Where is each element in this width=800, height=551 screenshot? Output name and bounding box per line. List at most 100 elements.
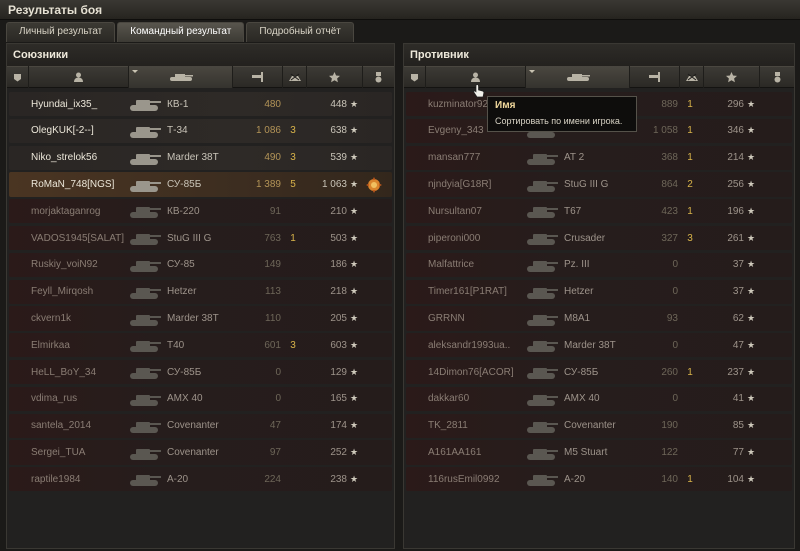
player-row[interactable]: OlegKUK[-2--] Т-34 1 086 3 638 ★ bbox=[9, 118, 392, 144]
kills-value: 3 bbox=[290, 125, 296, 137]
player-row[interactable]: Niko_strelok56 Marder 38T 490 3 539 ★ bbox=[9, 145, 392, 170]
damage-value: 864 bbox=[661, 179, 678, 191]
player-name: HeLL_BoY_34 bbox=[31, 366, 97, 378]
damage-value: 0 bbox=[275, 393, 281, 405]
tank-silhouette-icon bbox=[527, 341, 558, 353]
player-row[interactable]: santela_2014 Covenanter 47 174 ★ bbox=[9, 413, 392, 438]
damage-column-header[interactable] bbox=[630, 66, 680, 88]
player-row[interactable]: A161AA161 M5 Stuart 122 77 ★ bbox=[406, 440, 792, 465]
tank-name: СУ-85Б bbox=[564, 366, 599, 378]
player-row[interactable]: raptile1984 А-20 224 238 ★ bbox=[9, 467, 392, 492]
tank-name: Covenanter bbox=[167, 420, 219, 432]
enemies-header-row bbox=[404, 66, 794, 88]
experience-value: 638 bbox=[330, 125, 347, 137]
star-icon: ★ bbox=[349, 259, 359, 270]
tooltip-title: Имя bbox=[495, 100, 516, 111]
player-name: RoMaN_748[NGS] bbox=[31, 179, 115, 191]
player-name: GRRNN bbox=[428, 313, 465, 325]
kills-value: 1 bbox=[687, 205, 693, 217]
player-name: aleksandr1993ua.. bbox=[428, 339, 511, 351]
damage-value: 368 bbox=[661, 152, 678, 164]
player-name-column-header[interactable] bbox=[29, 66, 129, 88]
tank-image bbox=[127, 255, 163, 275]
squad-icon bbox=[411, 73, 418, 81]
tab-team-result[interactable]: Командный результат bbox=[117, 22, 245, 42]
player-name: piperoni000 bbox=[428, 232, 481, 244]
tank-image bbox=[127, 416, 163, 436]
player-row[interactable]: vdima_rus AMX 40 0 165 ★ bbox=[9, 386, 392, 412]
player-name: OlegKUK[-2--] bbox=[31, 125, 94, 137]
player-row[interactable]: Malfattrice Pz. III 0 37 ★ bbox=[406, 252, 792, 278]
player-name: TK_2811 bbox=[428, 420, 468, 432]
experience-value: 252 bbox=[330, 447, 347, 458]
star-icon: ★ bbox=[746, 152, 756, 163]
damage-column-header[interactable] bbox=[233, 66, 283, 88]
damage-value: 0 bbox=[672, 393, 678, 405]
player-row[interactable]: GRRNN M8A1 93 62 ★ bbox=[406, 306, 792, 331]
tank-name: Pz. III bbox=[564, 259, 590, 271]
player-row[interactable]: ckvern1k Marder 38T 110 205 ★ bbox=[9, 306, 392, 331]
player-row[interactable]: dakkar60 AMX 40 0 41 ★ bbox=[406, 386, 792, 412]
player-name: vdima_rus bbox=[31, 393, 78, 405]
tank-image bbox=[127, 309, 163, 329]
player-row[interactable]: Elmirkaa T40 601 3 603 ★ bbox=[9, 333, 392, 358]
player-row[interactable]: Feyll_Mirqosh Hetzer 113 218 ★ bbox=[9, 279, 392, 304]
player-row[interactable]: Sergei_TUA Covenanter 97 252 ★ bbox=[9, 440, 392, 465]
tank-image bbox=[127, 443, 163, 463]
player-row[interactable]: mansan777 AT 2 368 1 214 ★ bbox=[406, 145, 792, 170]
damage-value: 0 bbox=[275, 366, 281, 378]
damage-value: 423 bbox=[661, 205, 678, 217]
achievement-medal-icon[interactable] bbox=[366, 176, 382, 193]
tab-detailed-report[interactable]: Подробный отчёт bbox=[246, 22, 354, 42]
medal-column-header[interactable] bbox=[760, 66, 794, 88]
kills-column-header[interactable] bbox=[680, 66, 704, 88]
player-row[interactable]: HeLL_BoY_34 СУ-85Б 0 129 ★ bbox=[9, 359, 392, 385]
kills-value: 1 bbox=[687, 473, 693, 485]
tank-silhouette-icon bbox=[527, 368, 558, 380]
player-row[interactable]: piperoni000 Crusader 327 3 261 ★ bbox=[406, 225, 792, 251]
player-icon bbox=[74, 72, 83, 82]
player-name: mansan777 bbox=[428, 152, 481, 164]
star-icon bbox=[726, 71, 737, 82]
player-row[interactable]: VADOS1945[SALAT] StuG III G 763 1 503 ★ bbox=[9, 225, 392, 251]
player-row[interactable]: TK_2811 Covenanter 190 85 ★ bbox=[406, 413, 792, 438]
medal-column-header[interactable] bbox=[363, 66, 394, 88]
kills-column-header[interactable] bbox=[283, 66, 307, 88]
damage-value: 601 bbox=[264, 339, 281, 351]
player-icon bbox=[471, 72, 480, 82]
tank-silhouette-icon bbox=[527, 421, 558, 433]
tank-image bbox=[524, 389, 560, 409]
player-name: Feyll_Mirqosh bbox=[31, 286, 94, 298]
player-name: 116rusEmil0992 bbox=[428, 473, 500, 485]
player-row[interactable]: RoMaN_748[NGS] СУ-85Б 1 389 5 1 063 ★ bbox=[9, 172, 392, 197]
star-icon: ★ bbox=[349, 393, 359, 404]
tank-silhouette-icon bbox=[527, 234, 558, 246]
star-icon: ★ bbox=[349, 179, 359, 190]
player-row[interactable]: 14Dimon76[ACOR] СУ-85Б 260 1 237 ★ bbox=[406, 359, 792, 385]
player-row[interactable]: 116rusEmil0992 А-20 140 1 104 ★ bbox=[406, 467, 792, 492]
player-row[interactable]: morjaktaganrog КВ-220 91 210 ★ bbox=[9, 199, 392, 224]
player-row[interactable]: Hyundai_ix35_ КВ-1 480 448 ★ bbox=[9, 92, 392, 117]
damage-value: 91 bbox=[269, 205, 281, 217]
experience-column-header[interactable] bbox=[704, 66, 760, 88]
enemies-title: Противник bbox=[404, 44, 794, 66]
tank-column-header[interactable] bbox=[526, 66, 630, 88]
tab-personal-result[interactable]: Личный результат bbox=[6, 22, 116, 42]
star-icon: ★ bbox=[746, 205, 756, 216]
player-name: Nursultan07 bbox=[428, 205, 482, 217]
player-row[interactable]: Nursultan07 T67 423 1 196 ★ bbox=[406, 199, 792, 224]
allies-header-row bbox=[7, 66, 394, 88]
experience-column-header[interactable] bbox=[307, 66, 363, 88]
player-row[interactable]: njndyia[G18R] StuG III G 864 2 256 ★ bbox=[406, 172, 792, 197]
player-row[interactable]: aleksandr1993ua.. Marder 38T 0 47 ★ bbox=[406, 333, 792, 358]
experience-value: 77 bbox=[732, 447, 744, 458]
allies-list: Hyundai_ix35_ КВ-1 480 448 ★ OlegKUK[-2--] Т-3… bbox=[7, 88, 394, 492]
tank-column-header[interactable] bbox=[129, 66, 233, 88]
player-row[interactable]: Timer161[P1RAT] Hetzer 0 37 ★ bbox=[406, 279, 792, 304]
tank-name: StuG III G bbox=[564, 179, 609, 191]
player-row[interactable]: Ruskiy_voiN92 СУ-85 149 186 ★ bbox=[9, 252, 392, 278]
kills-value: 1 bbox=[687, 366, 693, 378]
experience-value: 174 bbox=[330, 420, 347, 432]
squad-column-header[interactable] bbox=[404, 66, 426, 88]
squad-column-header[interactable] bbox=[7, 66, 29, 88]
